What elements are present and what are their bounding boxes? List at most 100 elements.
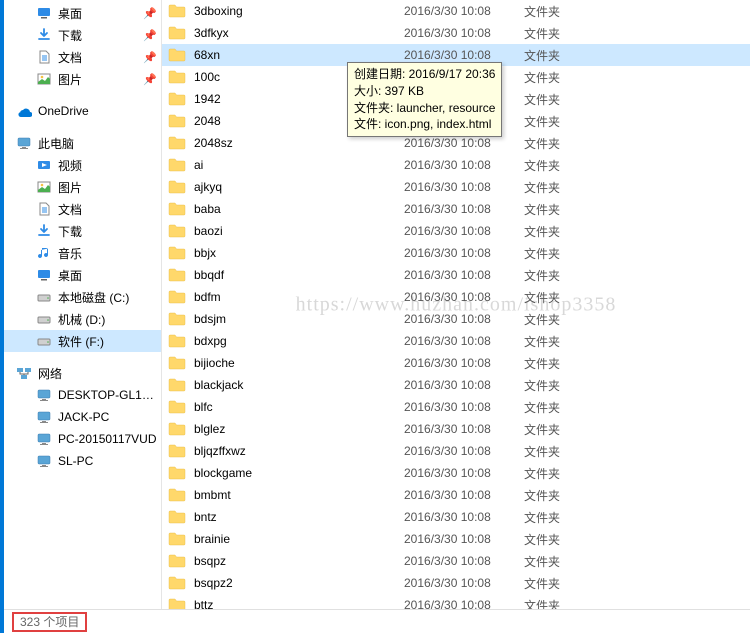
file-date: 2016/3/30 10:08 [404,4,524,18]
sidebar-item-thispc-child[interactable]: 本地磁盘 (C:) [4,286,161,308]
pc-icon [36,409,52,425]
file-date: 2016/3/30 10:08 [404,312,524,326]
sidebar-item-quickaccess[interactable]: 桌面📌 [4,2,161,24]
sidebar-label: 机械 (D:) [58,311,105,328]
folder-icon [168,488,186,502]
folder-icon [168,202,186,216]
file-type: 文件夹 [524,3,604,20]
file-name: 3dboxing [194,4,404,18]
sidebar-item-quickaccess[interactable]: 文档📌 [4,46,161,68]
table-row[interactable]: bijioche2016/3/30 10:08文件夹 [162,352,750,374]
file-date: 2016/3/30 10:08 [404,136,524,150]
file-date: 2016/3/30 10:08 [404,202,524,216]
file-type: 文件夹 [524,113,604,130]
sidebar-item-network-pc[interactable]: DESKTOP-GL10RP [4,384,161,406]
sidebar-label: 桌面 [58,267,82,284]
table-row[interactable]: bmbmt2016/3/30 10:08文件夹 [162,484,750,506]
sidebar-item-thispc-child[interactable]: 下载 [4,220,161,242]
file-name: bntz [194,510,404,524]
table-row[interactable]: bbjx2016/3/30 10:08文件夹 [162,242,750,264]
file-name: ajkyq [194,180,404,194]
table-row[interactable]: bttz2016/3/30 10:08文件夹 [162,594,750,609]
status-item-count: 323 个项目 [12,612,87,632]
file-name: blglez [194,422,404,436]
table-row[interactable]: blockgame2016/3/30 10:08文件夹 [162,462,750,484]
sidebar-item-network-pc[interactable]: PC-20150117VUD [4,428,161,450]
file-name: bsqpz [194,554,404,568]
folder-icon [168,466,186,480]
pin-icon: 📌 [143,7,157,20]
table-row[interactable]: bdfm2016/3/30 10:08文件夹 [162,286,750,308]
folder-icon [168,400,186,414]
file-type: 文件夹 [524,91,604,108]
onedrive-icon [16,103,32,119]
sidebar-item-network-pc[interactable]: SL-PC [4,450,161,472]
file-name: bijioche [194,356,404,370]
table-row[interactable]: bdxpg2016/3/30 10:08文件夹 [162,330,750,352]
table-row[interactable]: 3dboxing2016/3/30 10:08文件夹 [162,0,750,22]
file-type: 文件夹 [524,509,604,526]
sidebar-label: 软件 (F:) [58,333,104,350]
sidebar-item-thispc-child[interactable]: 图片 [4,176,161,198]
folder-icon [168,92,186,106]
table-row[interactable]: brainie2016/3/30 10:08文件夹 [162,528,750,550]
table-row[interactable]: ai2016/3/30 10:08文件夹 [162,154,750,176]
table-row[interactable]: blfc2016/3/30 10:08文件夹 [162,396,750,418]
drive-icon [36,289,52,305]
sidebar-item-onedrive[interactable]: OneDrive [4,100,161,122]
sidebar-label: 音乐 [58,245,82,262]
table-row[interactable]: baozi2016/3/30 10:08文件夹 [162,220,750,242]
sidebar-item-thispc-child[interactable]: 视频 [4,154,161,176]
table-row[interactable]: bdsjm2016/3/30 10:08文件夹 [162,308,750,330]
pc-icon [36,387,52,403]
drive-icon [36,333,52,349]
sidebar-item-quickaccess[interactable]: 下载📌 [4,24,161,46]
file-name: bmbmt [194,488,404,502]
table-row[interactable]: baba2016/3/30 10:08文件夹 [162,198,750,220]
sidebar-item-thispc-child[interactable]: 音乐 [4,242,161,264]
table-row[interactable]: bljqzffxwz2016/3/30 10:08文件夹 [162,440,750,462]
pin-icon: 📌 [143,73,157,86]
file-date: 2016/3/30 10:08 [404,180,524,194]
sidebar-label: OneDrive [38,104,89,118]
file-type: 文件夹 [524,267,604,284]
file-type: 文件夹 [524,487,604,504]
table-row[interactable]: bbqdf2016/3/30 10:08文件夹 [162,264,750,286]
table-row[interactable]: bsqpz22016/3/30 10:08文件夹 [162,572,750,594]
sidebar-item-quickaccess[interactable]: 图片 📌 [4,68,161,90]
folder-icon [168,224,186,238]
sidebar-nav[interactable]: 桌面📌下载📌文档📌图片📌 OneDrive 此电脑 视频图片文档下载音乐桌面本地… [4,0,162,609]
file-date: 2016/3/30 10:08 [404,488,524,502]
file-date: 2016/3/30 10:08 [404,158,524,172]
sidebar-item-thispc-child[interactable]: 软件 (F:) [4,330,161,352]
sidebar-item-network-pc[interactable]: JACK-PC [4,406,161,428]
file-type: 文件夹 [524,553,604,570]
file-date: 2016/3/30 10:08 [404,48,524,62]
table-row[interactable]: blackjack2016/3/30 10:08文件夹 [162,374,750,396]
sidebar-item-network[interactable]: 网络 [4,362,161,384]
sidebar-label: 图片 [58,71,82,88]
music-icon [36,245,52,261]
table-row[interactable]: blglez2016/3/30 10:08文件夹 [162,418,750,440]
file-type: 文件夹 [524,311,604,328]
sidebar-item-thispc-child[interactable]: 文档 [4,198,161,220]
sidebar-label: 此电脑 [38,135,74,152]
file-date: 2016/3/30 10:08 [404,444,524,458]
sidebar-item-thispc-child[interactable]: 桌面 [4,264,161,286]
table-row[interactable]: ajkyq2016/3/30 10:08文件夹 [162,176,750,198]
file-name: blockgame [194,466,404,480]
sidebar-item-thispc[interactable]: 此电脑 [4,132,161,154]
folder-icon [168,180,186,194]
table-row[interactable]: bntz2016/3/30 10:08文件夹 [162,506,750,528]
table-row[interactable]: 3dfkyx2016/3/30 10:08文件夹 [162,22,750,44]
file-date: 2016/3/30 10:08 [404,356,524,370]
file-name: 2048sz [194,136,404,150]
file-type: 文件夹 [524,201,604,218]
sidebar-item-thispc-child[interactable]: 机械 (D:) [4,308,161,330]
tooltip-created: 创建日期: 2016/9/17 20:36 [354,66,495,83]
file-name: bbjx [194,246,404,260]
table-row[interactable]: bsqpz2016/3/30 10:08文件夹 [162,550,750,572]
file-date: 2016/3/30 10:08 [404,554,524,568]
picture-icon [36,179,52,195]
file-name: bljqzffxwz [194,444,404,458]
